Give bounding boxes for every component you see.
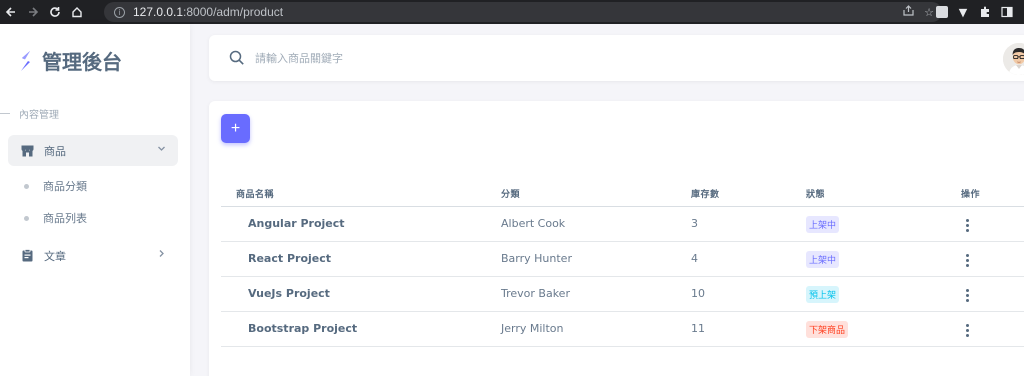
more-actions-icon[interactable] bbox=[962, 218, 972, 232]
column-header-stock: 庫存數 bbox=[691, 190, 720, 200]
more-actions-icon[interactable] bbox=[962, 323, 972, 337]
store-icon bbox=[20, 144, 34, 158]
column-header-actions: 操作 bbox=[961, 190, 981, 200]
back-icon[interactable] bbox=[0, 0, 22, 24]
address-bar[interactable]: i 127.0.0.1:8000/adm/product ☆ bbox=[104, 2, 942, 22]
product-category: Barry Hunter bbox=[501, 252, 572, 265]
section-divider bbox=[0, 113, 10, 114]
chevron-right-icon bbox=[157, 249, 166, 261]
product-stock: 4 bbox=[691, 252, 698, 265]
extensions-puzzle-icon[interactable] bbox=[978, 5, 992, 19]
url-host: 127.0.0.1 bbox=[133, 5, 184, 19]
sidebar-subitem-label: 商品列表 bbox=[43, 212, 87, 225]
table-row: Bootstrap Project Jerry Milton 11 下架商品 bbox=[221, 312, 1024, 347]
table-row: React Project Barry Hunter 4 上架中 bbox=[221, 242, 1024, 277]
top-navbar bbox=[209, 35, 1024, 81]
vpn-extension-icon[interactable]: ▼ bbox=[956, 5, 970, 19]
table-row: Angular Project Albert Cook 3 上架中 bbox=[221, 207, 1024, 242]
product-table-card: + 商品名稱 分類 庫存數 狀態 操作 Angular Project Albe… bbox=[209, 101, 1024, 376]
sidebar-subitem-product-list[interactable]: 商品列表 bbox=[24, 210, 87, 226]
brand-logo-icon bbox=[21, 50, 30, 71]
chevron-down-icon bbox=[157, 144, 166, 156]
status-badge: 上架中 bbox=[806, 216, 840, 233]
column-header-category: 分類 bbox=[501, 190, 521, 200]
brand-title: 管理後台 bbox=[42, 50, 122, 74]
column-header-status: 狀態 bbox=[806, 190, 826, 200]
site-info-icon[interactable]: i bbox=[114, 6, 125, 18]
avatar[interactable] bbox=[1003, 43, 1024, 75]
extension-icon[interactable] bbox=[936, 6, 948, 18]
reload-icon[interactable] bbox=[44, 0, 66, 24]
sidebar-item-label: 文章 bbox=[44, 249, 66, 263]
share-icon[interactable] bbox=[903, 5, 914, 19]
product-category: Albert Cook bbox=[501, 217, 566, 230]
url-text: 127.0.0.1:8000/adm/product bbox=[133, 5, 283, 19]
sidebar-item-label: 商品 bbox=[44, 144, 66, 158]
column-header-name: 商品名稱 bbox=[236, 190, 275, 200]
bullet-icon bbox=[24, 183, 29, 189]
product-category: Jerry Milton bbox=[501, 322, 564, 335]
sidebar-section-header: 內容管理 bbox=[0, 106, 59, 121]
browser-toolbar: i 127.0.0.1:8000/adm/product ☆ ▼ bbox=[0, 0, 1024, 24]
bookmark-star-icon[interactable]: ☆ bbox=[924, 6, 934, 19]
sidebar-subitem-categories[interactable]: 商品分類 bbox=[24, 178, 87, 194]
product-name: React Project bbox=[248, 252, 332, 265]
product-stock: 10 bbox=[691, 287, 705, 300]
product-name: Bootstrap Project bbox=[248, 322, 358, 335]
url-path: :8000/adm/product bbox=[183, 5, 284, 19]
more-actions-icon[interactable] bbox=[962, 288, 972, 302]
status-badge: 下架商品 bbox=[806, 321, 849, 338]
product-category: Trevor Baker bbox=[501, 287, 570, 300]
clipboard-icon bbox=[20, 249, 34, 263]
status-badge: 預上架 bbox=[806, 286, 840, 303]
product-name: Angular Project bbox=[248, 217, 345, 230]
product-stock: 11 bbox=[691, 322, 705, 335]
brand[interactable]: 管理後台 bbox=[18, 46, 122, 75]
search-icon bbox=[229, 50, 245, 66]
section-title: 內容管理 bbox=[19, 110, 59, 121]
sidebar-item-articles[interactable]: 文章 bbox=[8, 240, 178, 271]
search-input[interactable] bbox=[255, 48, 855, 68]
table-header: 商品名稱 分類 庫存數 狀態 操作 bbox=[221, 181, 1024, 207]
product-name: VueJs Project bbox=[248, 287, 330, 300]
add-product-button[interactable]: + bbox=[221, 114, 250, 143]
more-actions-icon[interactable] bbox=[962, 253, 972, 267]
forward-icon[interactable] bbox=[22, 0, 44, 24]
bullet-icon bbox=[24, 215, 29, 221]
sidebar: 管理後台 內容管理 商品 商品分類 商品列表 文章 bbox=[0, 24, 190, 376]
sidebar-item-products[interactable]: 商品 bbox=[8, 135, 178, 166]
sidebar-subitem-label: 商品分類 bbox=[43, 180, 87, 193]
table-row: VueJs Project Trevor Baker 10 預上架 bbox=[221, 277, 1024, 312]
status-badge: 上架中 bbox=[806, 251, 840, 268]
home-icon[interactable] bbox=[66, 0, 88, 24]
product-stock: 3 bbox=[691, 217, 698, 230]
side-panel-icon[interactable] bbox=[1000, 5, 1014, 19]
